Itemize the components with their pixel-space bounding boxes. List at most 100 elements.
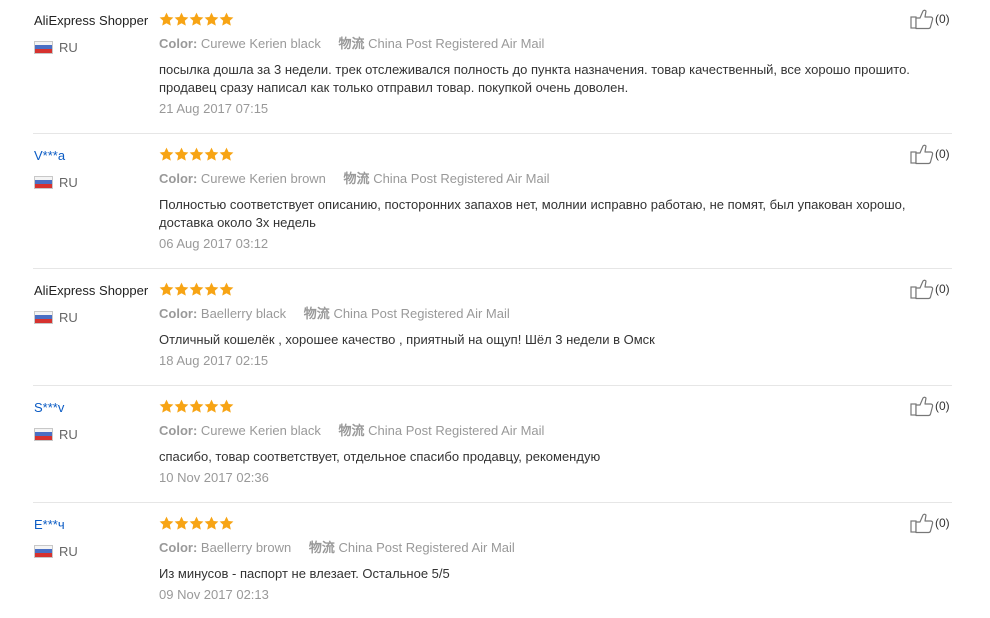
star-icon xyxy=(189,516,204,531)
shipping-value: China Post Registered Air Mail xyxy=(373,171,550,186)
country-code: RU xyxy=(59,543,78,559)
star-icon xyxy=(159,147,174,162)
star-icon xyxy=(219,282,234,297)
review-text: посылка дошла за 3 недели. трек отслежив… xyxy=(159,62,910,95)
color-label: Color: xyxy=(159,423,198,438)
review-date: 21 Aug 2017 07:15 xyxy=(159,101,269,116)
star-icon xyxy=(189,399,204,414)
color-value: Curewe Kerien black xyxy=(200,36,321,51)
helpful-button[interactable]: (0) xyxy=(910,395,950,417)
star-icon xyxy=(174,399,189,414)
shipping-label: 物流 xyxy=(338,423,365,438)
thumbs-up-icon xyxy=(910,143,934,165)
star-icon xyxy=(204,147,219,162)
country-code: RU xyxy=(59,426,78,442)
helpful-count: (0) xyxy=(935,147,950,161)
helpful-count: (0) xyxy=(935,516,950,530)
color-label: Color: xyxy=(159,36,198,51)
reviewer-name[interactable]: E***ч xyxy=(34,517,65,533)
order-info: Color: Curewe Kerien black 物流 China Post… xyxy=(159,422,544,440)
reviewer-name: AliExpress Shopper xyxy=(34,283,149,298)
reviewer-name: AliExpress Shopper xyxy=(34,13,149,28)
order-info: Color: Curewe Kerien black 物流 China Post… xyxy=(159,35,544,53)
color-value: Curewe Kerien black xyxy=(200,423,321,438)
review-text: спасибо, товар соответствует, отдельное … xyxy=(159,449,601,464)
review-text: Отличный кошелёк , хорошее качество , пр… xyxy=(159,332,655,347)
star-rating xyxy=(159,147,234,162)
star-icon xyxy=(189,12,204,27)
star-icon xyxy=(204,399,219,414)
shipping-value: China Post Registered Air Mail xyxy=(338,540,515,555)
star-icon xyxy=(204,282,219,297)
order-info: Color: Baellerry brown 物流 China Post Reg… xyxy=(159,539,515,557)
helpful-button[interactable]: (0) xyxy=(910,8,950,30)
thumbs-up-icon xyxy=(910,512,934,534)
shipping-label: 物流 xyxy=(343,171,370,186)
country-code: RU xyxy=(59,174,78,190)
helpful-count: (0) xyxy=(935,399,950,413)
star-icon xyxy=(159,282,174,297)
helpful-button[interactable]: (0) xyxy=(910,143,950,165)
star-rating xyxy=(159,516,234,531)
order-info: Color: Baellerry black 物流 China Post Reg… xyxy=(159,305,510,323)
review-divider xyxy=(33,385,952,386)
shipping-label: 物流 xyxy=(303,306,330,321)
russia-flag-icon xyxy=(34,544,53,558)
reviewer-country: RU xyxy=(34,426,78,442)
reviewer-country: RU xyxy=(34,543,78,559)
review-text: Полностью соответствует описанию, постор… xyxy=(159,197,906,230)
country-code: RU xyxy=(59,309,78,325)
star-rating xyxy=(159,12,234,27)
review-divider xyxy=(33,133,952,134)
star-icon xyxy=(174,12,189,27)
russia-flag-icon xyxy=(34,310,53,324)
country-code: RU xyxy=(59,39,78,55)
color-value: Baellerry brown xyxy=(200,540,292,555)
shipping-value: China Post Registered Air Mail xyxy=(368,423,545,438)
star-icon xyxy=(189,147,204,162)
review-divider xyxy=(33,502,952,503)
review-text: Из минусов - паспорт не влезает. Остальн… xyxy=(159,566,450,581)
reviewer-name[interactable]: S***v xyxy=(34,400,64,416)
color-value: Baellerry black xyxy=(200,306,287,321)
helpful-button[interactable]: (0) xyxy=(910,278,950,300)
thumbs-up-icon xyxy=(910,8,934,30)
helpful-count: (0) xyxy=(935,12,950,26)
star-icon xyxy=(219,399,234,414)
color-label: Color: xyxy=(159,540,198,555)
star-icon xyxy=(174,516,189,531)
star-icon xyxy=(174,282,189,297)
feedback-list: AliExpress Shopper RU Color: Curewe Keri… xyxy=(0,0,990,618)
russia-flag-icon xyxy=(34,427,53,441)
star-icon xyxy=(189,282,204,297)
star-icon xyxy=(159,12,174,27)
review-date: 09 Nov 2017 02:13 xyxy=(159,587,269,602)
review-date: 10 Nov 2017 02:36 xyxy=(159,470,269,485)
russia-flag-icon xyxy=(34,175,53,189)
star-icon xyxy=(204,12,219,27)
review-date: 06 Aug 2017 03:12 xyxy=(159,236,269,251)
helpful-count: (0) xyxy=(935,282,950,296)
color-label: Color: xyxy=(159,171,198,186)
star-rating xyxy=(159,282,234,297)
shipping-label: 物流 xyxy=(338,36,365,51)
star-icon xyxy=(204,516,219,531)
star-icon xyxy=(159,516,174,531)
review-divider xyxy=(33,268,952,269)
order-info: Color: Curewe Kerien brown 物流 China Post… xyxy=(159,170,550,188)
star-icon xyxy=(219,516,234,531)
reviewer-country: RU xyxy=(34,174,78,190)
reviewer-country: RU xyxy=(34,39,78,55)
shipping-value: China Post Registered Air Mail xyxy=(368,36,545,51)
russia-flag-icon xyxy=(34,40,53,54)
star-icon xyxy=(219,147,234,162)
reviewer-country: RU xyxy=(34,309,78,325)
shipping-label: 物流 xyxy=(308,540,335,555)
helpful-button[interactable]: (0) xyxy=(910,512,950,534)
reviewer-name[interactable]: V***a xyxy=(34,148,65,164)
star-icon xyxy=(174,147,189,162)
shipping-value: China Post Registered Air Mail xyxy=(333,306,510,321)
star-rating xyxy=(159,399,234,414)
color-label: Color: xyxy=(159,306,198,321)
star-icon xyxy=(219,12,234,27)
